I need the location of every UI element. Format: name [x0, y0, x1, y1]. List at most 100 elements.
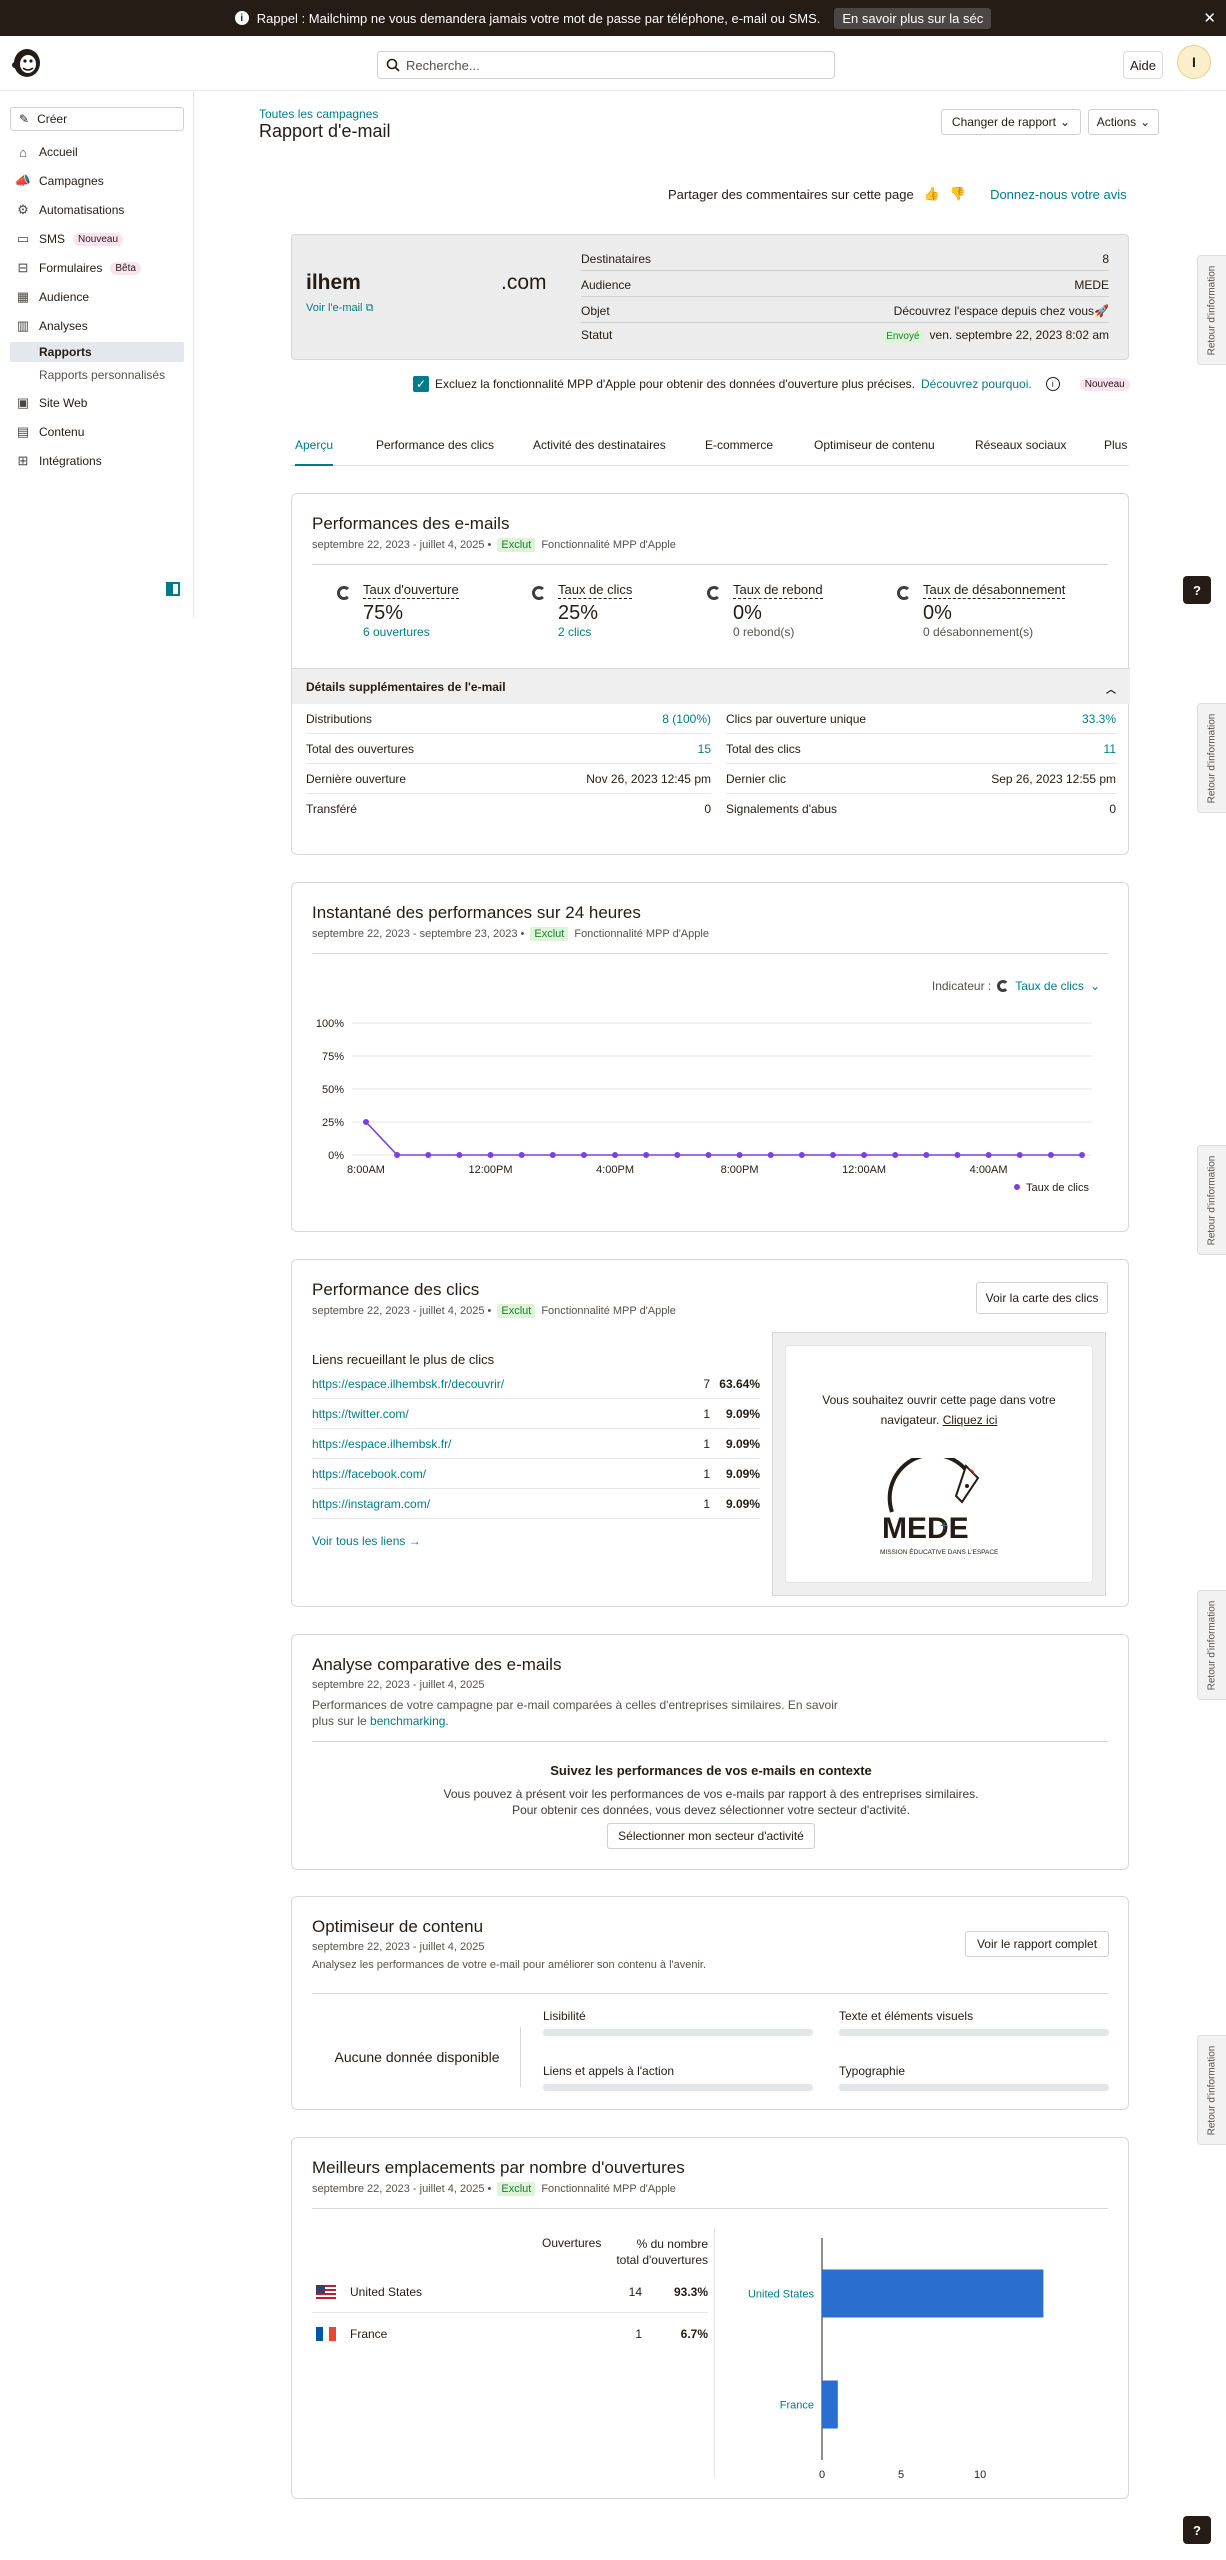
divider	[520, 2027, 521, 2087]
stat-sub[interactable]: 6 ouvertures	[363, 625, 459, 639]
open-in-browser-link[interactable]: Cliquez ici	[943, 1413, 998, 1427]
thumbs-up-icon[interactable]: 👍	[924, 186, 940, 202]
link-url[interactable]: https://facebook.com/	[312, 1467, 680, 1481]
chevron-down-icon: ⌄	[1089, 979, 1100, 993]
select-industry-button[interactable]: Sélectionner mon secteur d'activité	[607, 1823, 815, 1849]
tab-ecommerce[interactable]: E-commerce	[705, 438, 773, 466]
sidebar-item-label: SMS	[39, 232, 66, 246]
logo-plus: +	[940, 1517, 948, 1533]
view-email-link[interactable]: Voir l'e-mail ⧉	[306, 302, 373, 315]
stat-value: 25%	[558, 602, 599, 624]
sidebar-item-campaigns[interactable]: 📣 Campagnes	[15, 170, 104, 192]
avatar[interactable]: I	[1177, 45, 1211, 79]
search-input[interactable]: Recherche...	[377, 51, 835, 79]
sidebar-subitem-reports[interactable]: Rapports	[10, 342, 184, 362]
sidebar-item-audience[interactable]: ▦ Audience	[15, 286, 89, 308]
view-full-report-button[interactable]: Voir le rapport complet	[965, 1931, 1109, 1957]
indicator-select[interactable]: Indicateur : Taux de clics ⌄	[932, 979, 1100, 993]
tab-content-optimizer[interactable]: Optimiseur de contenu	[814, 438, 935, 466]
close-icon[interactable]: ✕	[1203, 9, 1216, 27]
divider	[312, 953, 1108, 954]
view-click-map-button[interactable]: Voir la carte des clics	[976, 1282, 1108, 1314]
stat-label[interactable]: Taux de désabonnement	[923, 582, 1066, 599]
chevron-up-icon: ︿	[1106, 685, 1116, 696]
tab-overview[interactable]: Aperçu	[295, 438, 334, 466]
actions-button[interactable]: Actions ⌄	[1088, 109, 1159, 135]
sidebar-item-automations[interactable]: ⚙ Automatisations	[15, 199, 124, 221]
sidebar-item-content[interactable]: ▤ Contenu	[15, 421, 85, 443]
sidebar-item-website[interactable]: ▣ Site Web	[15, 392, 88, 414]
feedback-side-tab[interactable]: Retour d'information	[1197, 2035, 1226, 2145]
context-line-1: Vous pouvez à présent voir les performan…	[443, 1787, 979, 1801]
metric-links-cta: Liens et appels à l'action	[543, 2064, 813, 2091]
feedback-side-tab[interactable]: Retour d'information	[1197, 1590, 1226, 1700]
stat-sub[interactable]: 2 clics	[558, 625, 632, 639]
tab-recipient-activity[interactable]: Activité des destinataires	[533, 438, 666, 466]
benchmark-description: Performances de votre campagne par e-mai…	[312, 1698, 838, 1728]
detail-value[interactable]: 11	[1104, 742, 1116, 756]
sidebar-item-home[interactable]: ⌂ Accueil	[15, 141, 78, 163]
tab-more[interactable]: Plus	[1104, 438, 1127, 466]
recipients-value[interactable]: 8	[1102, 252, 1109, 266]
location-row: United States 14 93.3%	[312, 2271, 708, 2313]
feedback-tab-label: Retour d'information	[1206, 713, 1218, 803]
collapse-sidebar-icon[interactable]	[166, 582, 180, 596]
tab-social[interactable]: Réseaux sociaux	[975, 438, 1066, 466]
detail-row: Clics par ouverture unique 33.3%	[726, 704, 1116, 734]
feedback-side-tab[interactable]: Retour d'information	[1197, 703, 1226, 813]
sidebar-subitem-custom-reports[interactable]: Rapports personnalisés	[10, 365, 184, 385]
mailchimp-logo[interactable]	[10, 44, 44, 80]
learn-why-link[interactable]: Découvrez pourquoi.	[921, 377, 1032, 391]
stat-label[interactable]: Taux de rebond	[733, 582, 823, 599]
link-url[interactable]: https://instagram.com/	[312, 1497, 680, 1511]
series-line	[365, 1121, 1082, 1156]
us-flag-icon	[316, 2284, 336, 2299]
benchmarking-link[interactable]: benchmarking	[370, 1714, 445, 1728]
stat-label[interactable]: Taux de clics	[558, 582, 633, 599]
detail-label: Distributions	[306, 711, 373, 726]
open-rate-stat: Taux d'ouverture 75% 6 ouvertures	[337, 582, 459, 639]
create-button[interactable]: ✎ Créer	[10, 107, 184, 131]
exclude-badge: Exclut	[497, 1304, 536, 1318]
change-report-button[interactable]: Changer de rapport ⌄	[941, 109, 1081, 135]
learn-more-button[interactable]: En savoir plus sur la séc	[834, 7, 992, 29]
detail-value[interactable]: 15	[698, 742, 711, 756]
thumbs-down-icon[interactable]: 👎	[950, 186, 966, 202]
info-icon[interactable]: i	[1045, 377, 1060, 391]
view-all-links-link[interactable]: Voir tous les liens →	[312, 1534, 421, 1548]
page-title: Rapport d'e-mail	[259, 121, 391, 141]
metric-bar	[543, 2084, 813, 2091]
give-feedback-link[interactable]: Donnez-nous votre avis	[990, 187, 1127, 202]
data-point	[580, 1152, 587, 1158]
bounce-rate-stat: Taux de rebond 0% 0 rebond(s)	[707, 582, 823, 639]
detail-value[interactable]: 33.3%	[1082, 712, 1116, 726]
details-accordion-header[interactable]: Détails supplémentaires de l'e-mail ︿	[292, 668, 1130, 704]
mpp-checkbox[interactable]: ✓	[413, 376, 429, 392]
help-float-button[interactable]: ?	[1183, 2516, 1211, 2544]
view-email-label: Voir l'e-mail	[306, 302, 363, 314]
detail-value[interactable]: 8 (100%)	[662, 712, 711, 726]
data-point	[798, 1152, 805, 1158]
feedback-side-tab[interactable]: Retour d'information	[1197, 255, 1226, 365]
optimizer-description: Analysez les performances de votre e-mai…	[312, 1959, 707, 1971]
help-float-button[interactable]: ?	[1183, 576, 1211, 604]
link-url[interactable]: https://twitter.com/	[312, 1407, 680, 1421]
link-url[interactable]: https://espace.ilhembsk.fr/	[312, 1437, 680, 1451]
logo-tagline: MISSION ÉDUCATIVE DANS L'ESPACE	[880, 1547, 999, 1556]
sidebar-item-analytics[interactable]: ▥ Analyses	[15, 315, 88, 337]
help-button[interactable]: Aide	[1123, 51, 1163, 79]
card-subtitle: septembre 22, 2023 - juillet 4, 2025 • Ex…	[312, 1304, 676, 1318]
tab-click-performance[interactable]: Performance des clics	[376, 438, 494, 466]
card-title: Instantané des performances sur 24 heure…	[312, 903, 641, 922]
feedback-side-tab[interactable]: Retour d'information	[1197, 1145, 1226, 1255]
card-subtitle: septembre 22, 2023 - juillet 4, 2025	[312, 1679, 485, 1691]
sidebar-item-integrations[interactable]: ⊞ Intégrations	[15, 450, 102, 472]
sidebar-item-forms[interactable]: ⊟ Formulaires Bêta	[15, 257, 141, 279]
audience-icon: ▦	[16, 289, 30, 304]
chevron-down-icon: ⌄	[1140, 115, 1151, 129]
sidebar-item-sms[interactable]: ▭ SMS Nouveau	[15, 228, 124, 250]
audience-value: MEDE	[1074, 277, 1109, 292]
link-url[interactable]: https://espace.ilhembsk.fr/decouvrir/	[312, 1377, 680, 1391]
breadcrumb[interactable]: Toutes les campagnes	[259, 107, 378, 121]
stat-label[interactable]: Taux d'ouverture	[363, 582, 459, 599]
